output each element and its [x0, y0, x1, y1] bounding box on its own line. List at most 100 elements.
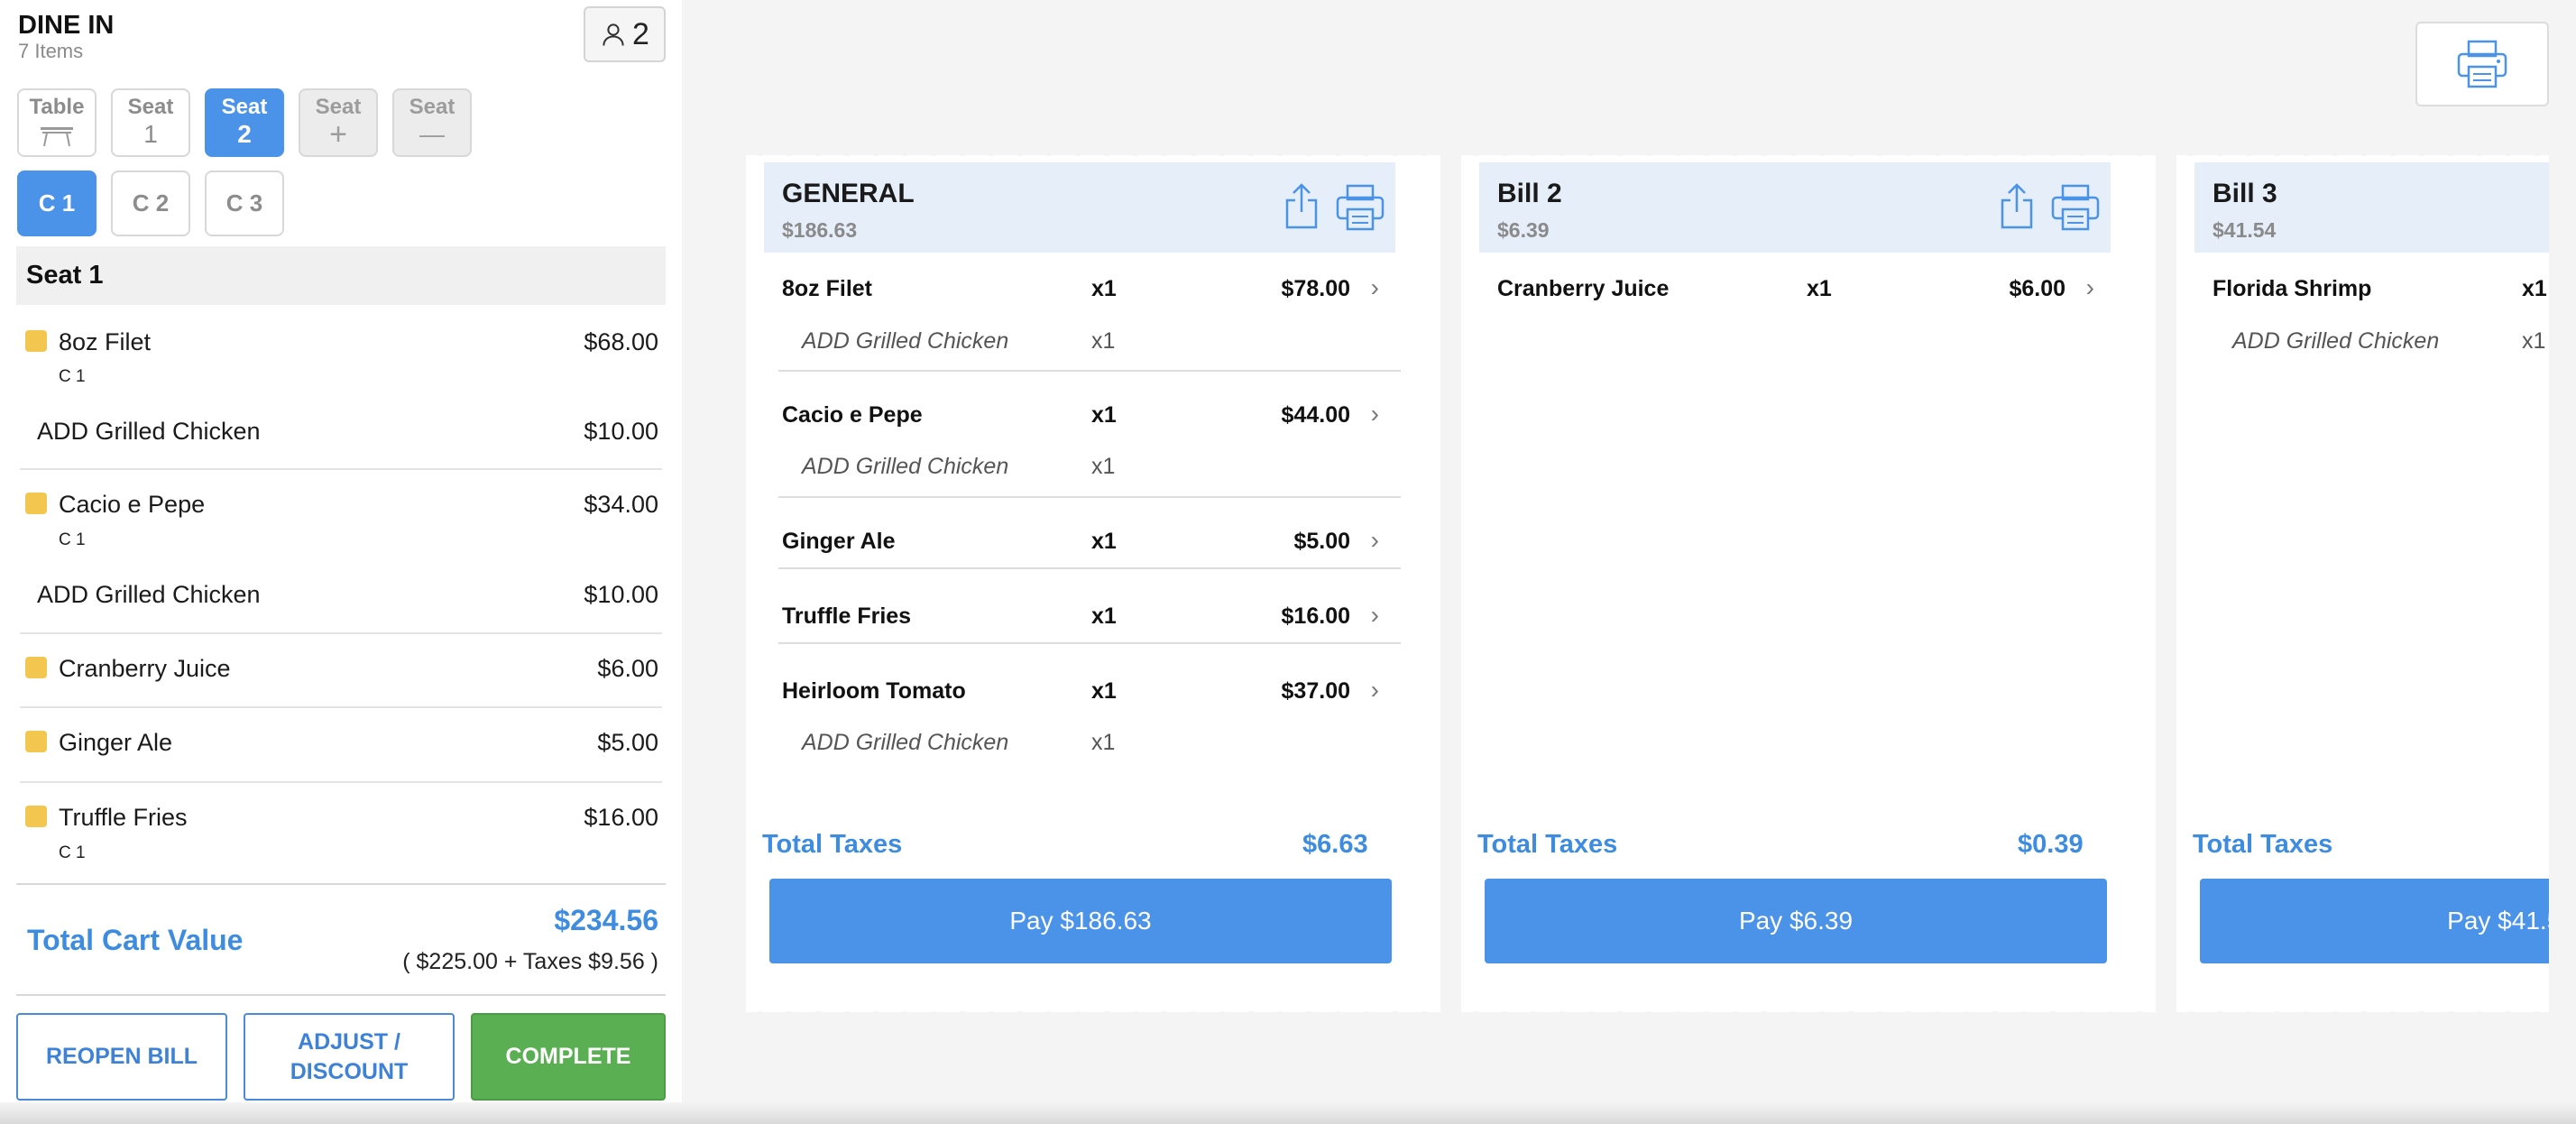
receipt-edge-top — [746, 148, 1440, 162]
bill-amount: $41.54 — [2213, 218, 2277, 242]
total-cart-value: $234.56 — [554, 904, 658, 936]
bill-amount: $6.39 — [1497, 218, 1550, 242]
plus-icon: + — [329, 117, 347, 152]
divider — [20, 781, 662, 783]
printer-icon[interactable] — [1336, 184, 1385, 231]
seat-button-label: Table — [29, 95, 85, 119]
bill-item-name: Cacio e Pepe — [782, 402, 923, 428]
printer-icon[interactable] — [2051, 184, 2100, 231]
seat-button-number: 1 — [143, 120, 158, 148]
adjust-discount-button[interactable]: ADJUST / DISCOUNT — [244, 1013, 455, 1101]
bill-item-qty: x1 — [1807, 276, 1832, 301]
bill-item-addon-qty: x1 — [1091, 454, 1116, 479]
chevron-right-icon[interactable]: › — [1371, 526, 1379, 555]
cart-item-price: $16.00 — [584, 804, 658, 831]
bill-item-addon-qty: x1 — [2522, 328, 2546, 354]
total-taxes-value: $0.39 — [2018, 830, 2084, 859]
guest-count: 2 — [632, 16, 649, 51]
bill-header: Bill 3 $41.54 — [2194, 162, 2549, 253]
divider — [20, 468, 662, 470]
printer-icon — [2457, 40, 2507, 88]
receipt-edge-bottom — [1461, 1005, 2156, 1019]
bill-card-3[interactable]: Bill 3 $41.54 Florida Shrimp x1 ADD Gril… — [2176, 148, 2549, 1019]
cart-item-price: $34.00 — [584, 491, 658, 518]
bill-header: Bill 2 $6.39 — [1479, 162, 2111, 253]
total-taxes-label: Total Taxes — [2193, 830, 2333, 859]
print-all-button[interactable] — [2415, 22, 2549, 106]
seat-button-2[interactable]: Seat 2 — [205, 88, 284, 157]
cart-item-name: 8oz Filet — [59, 328, 152, 355]
pay-button[interactable]: Pay $6.39 — [1485, 879, 2107, 963]
course-button-c3[interactable]: C 3 — [205, 170, 284, 236]
chevron-right-icon[interactable]: › — [1371, 676, 1379, 705]
bill-item-qty: x1 — [1091, 678, 1117, 704]
bill-item-price: $78.00 — [1281, 276, 1350, 301]
pay-button[interactable]: Pay $41.54 — [2200, 879, 2549, 963]
divider — [20, 632, 662, 634]
minus-icon: — — [419, 120, 445, 148]
bill-item-addon-qty: x1 — [1091, 730, 1116, 755]
bill-item-name: Truffle Fries — [782, 603, 912, 629]
cart-item-addon: ADD Grilled Chicken — [37, 581, 261, 608]
seat-button-1[interactable]: Seat 1 — [111, 88, 190, 157]
bill-item-qty: x1 — [1091, 276, 1117, 301]
items-count: 7 Items — [18, 40, 84, 62]
cart-item-addon-price: $10.00 — [584, 418, 658, 445]
total-taxes-label: Total Taxes — [762, 830, 903, 859]
chevron-right-icon[interactable]: › — [1371, 601, 1379, 630]
bill-item-name: Cranberry Juice — [1497, 276, 1670, 301]
divider — [778, 642, 1401, 644]
course-button-c2[interactable]: C 2 — [111, 170, 190, 236]
bill-item-qty: x1 — [2522, 276, 2547, 301]
seat-button-label: Seat — [409, 95, 455, 119]
bill-item-name: 8oz Filet — [782, 276, 873, 301]
divider — [778, 567, 1401, 569]
bill-item-name: Ginger Ale — [782, 529, 896, 554]
receipt-edge-bottom — [746, 1005, 1440, 1019]
bill-item-price: $6.00 — [2009, 276, 2065, 301]
bill-card-general[interactable]: GENERAL $186.63 8oz Filet x1 $78.00 › AD… — [746, 148, 1440, 1019]
bill-item-price: $5.00 — [1293, 529, 1350, 554]
bill-item-addon: ADD Grilled Chicken — [802, 454, 1009, 479]
cart-item-course: C 1 — [59, 367, 86, 386]
cart-item-name: Cranberry Juice — [59, 655, 231, 682]
cart-item-course: C 1 — [59, 843, 86, 861]
bill-item-addon-qty: x1 — [1091, 328, 1116, 354]
share-icon[interactable] — [1283, 182, 1320, 229]
bill-item-price: $44.00 — [1281, 402, 1350, 428]
bill-item-qty: x1 — [1091, 603, 1117, 629]
total-taxes-value: $6.63 — [1302, 830, 1368, 859]
cart-item-name: Ginger Ale — [59, 729, 173, 756]
cart-item-list[interactable]: 8oz Filet $68.00 C 1 ADD Grilled Chicken… — [0, 305, 682, 861]
bill-item-name: Heirloom Tomato — [782, 678, 966, 704]
share-icon[interactable] — [1999, 182, 2035, 229]
bill-card-2[interactable]: Bill 2 $6.39 Cranberry Juice x1 $6.00 › … — [1461, 148, 2156, 1019]
complete-button[interactable]: COMPLETE — [471, 1013, 666, 1101]
bill-item-name: Florida Shrimp — [2213, 276, 2372, 301]
reopen-bill-button[interactable]: REOPEN BILL — [16, 1013, 227, 1101]
chevron-right-icon[interactable]: › — [1371, 273, 1379, 302]
chevron-right-icon[interactable]: › — [2086, 273, 2094, 302]
pay-button[interactable]: Pay $186.63 — [769, 879, 1392, 963]
seat-button-label: Seat — [221, 95, 268, 119]
seat-button-table[interactable]: Table — [17, 88, 97, 157]
guest-count-button[interactable]: 2 — [584, 6, 666, 62]
bill-title: Bill 3 — [2213, 179, 2277, 208]
add-seat-button[interactable]: Seat + — [299, 88, 378, 157]
course-button-c1[interactable]: C 1 — [17, 170, 97, 236]
bill-title: GENERAL — [782, 179, 915, 208]
receipt-edge-top — [1461, 148, 2156, 162]
item-status-dot — [25, 731, 47, 752]
bill-title: Bill 2 — [1497, 179, 1562, 208]
cart-item-price: $68.00 — [584, 328, 658, 355]
table-icon — [41, 127, 73, 147]
remove-seat-button[interactable]: Seat — — [392, 88, 472, 157]
bill-item-addon: ADD Grilled Chicken — [802, 730, 1009, 755]
bill-item-addon: ADD Grilled Chicken — [2232, 328, 2440, 354]
cart-item-name: Truffle Fries — [59, 804, 188, 831]
chevron-right-icon[interactable]: › — [1371, 400, 1379, 428]
divider — [20, 706, 662, 708]
seat-button-label: Seat — [127, 95, 174, 119]
cart-item-price: $5.00 — [597, 729, 658, 756]
bill-item-addon: ADD Grilled Chicken — [802, 328, 1009, 354]
